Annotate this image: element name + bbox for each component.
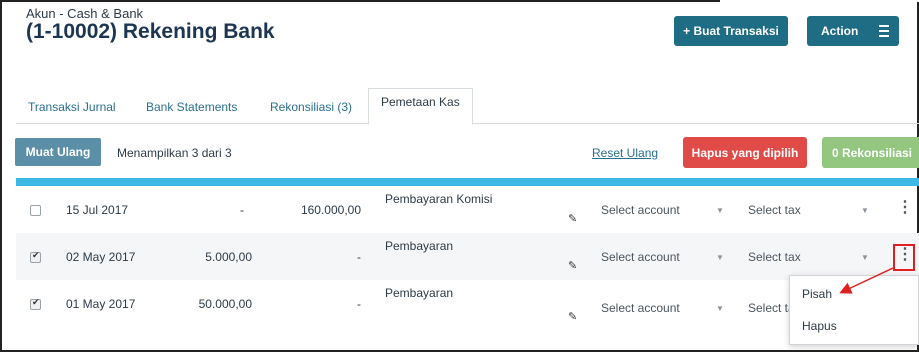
row-action-menu: Pisah Hapus: [789, 275, 919, 345]
row-description: Pembayaran: [385, 286, 454, 300]
tax-select[interactable]: Select tax: [748, 203, 801, 217]
frame-gap: [720, 0, 919, 2]
pencil-icon[interactable]: ✎: [568, 212, 577, 225]
caret-down-icon: ▼: [861, 253, 869, 262]
table-row: 15 Jul 2017 - 160.000,00 Pembayaran Komi…: [16, 186, 919, 233]
row-debit: 50.000,00: [198, 297, 252, 311]
caret-down-icon: ▼: [861, 206, 869, 215]
delete-menu-item[interactable]: Hapus: [802, 319, 837, 333]
split-menu-item[interactable]: Pisah: [802, 287, 832, 301]
row-credit: -: [357, 250, 361, 264]
account-select[interactable]: Select account: [601, 250, 680, 264]
tab-journal-transactions[interactable]: Transaksi Jurnal: [28, 100, 116, 114]
row-description: Pembayaran: [385, 239, 454, 253]
reload-button[interactable]: Muat Ulang: [15, 138, 101, 166]
kebab-icon[interactable]: ⋮: [897, 200, 913, 216]
new-transaction-button[interactable]: + Buat Transaksi: [674, 16, 788, 46]
account-type-label: Akun - Cash & Bank: [26, 6, 144, 21]
action-button-label: Action: [821, 24, 859, 38]
kebab-highlight-box: [893, 244, 915, 271]
account-select[interactable]: Select account: [601, 203, 680, 217]
row-debit: -: [240, 203, 244, 217]
page-title: (1-10002) Rekening Bank: [26, 20, 275, 43]
caret-down-icon: ▼: [716, 304, 724, 313]
delete-selected-button[interactable]: Hapus yang dipilih: [683, 137, 807, 168]
table-row: 02 May 2017 5.000,00 - Pembayaran ✎ Sele…: [16, 233, 919, 280]
row-debit: 5.000,00: [205, 250, 252, 264]
row-date: 02 May 2017: [66, 250, 136, 264]
row-checkbox[interactable]: [30, 205, 41, 216]
row-checkbox[interactable]: [30, 250, 41, 263]
record-count: Menampilkan 3 dari 3: [117, 146, 232, 160]
row-date: 01 May 2017: [66, 297, 136, 311]
pencil-icon[interactable]: ✎: [568, 310, 577, 323]
account-select[interactable]: Select account: [601, 301, 680, 315]
row-credit: 160.000,00: [300, 203, 361, 217]
row-date: 15 Jul 2017: [66, 203, 129, 217]
pencil-icon[interactable]: ✎: [568, 259, 577, 272]
tab-reconciliation[interactable]: Rekonsiliasi (3): [270, 100, 352, 114]
tab-cash-mapping[interactable]: Pemetaan Kas: [368, 88, 473, 125]
tab-bar: Transaksi Jurnal Bank Statements Rekonsi…: [16, 88, 919, 125]
table-header-bar: [16, 178, 919, 186]
tax-select[interactable]: Select ta: [748, 301, 795, 315]
reconcile-button[interactable]: 0 Rekonsiliasi: [822, 137, 919, 168]
table-row: 01 May 2017 50.000,00 - Pembayaran ✎ Sel…: [16, 280, 919, 340]
tax-select[interactable]: Select tax: [748, 250, 801, 264]
action-button[interactable]: Action: [807, 16, 899, 46]
row-checkbox[interactable]: [30, 297, 41, 310]
row-credit: -: [357, 297, 361, 311]
caret-down-icon: ▼: [716, 253, 724, 262]
row-description: Pembayaran Komisi: [385, 192, 493, 206]
hamburger-icon: [879, 25, 889, 37]
caret-down-icon: ▼: [716, 206, 724, 215]
reset-link[interactable]: Reset Ulang: [592, 146, 658, 160]
tab-bank-statements[interactable]: Bank Statements: [146, 100, 237, 114]
